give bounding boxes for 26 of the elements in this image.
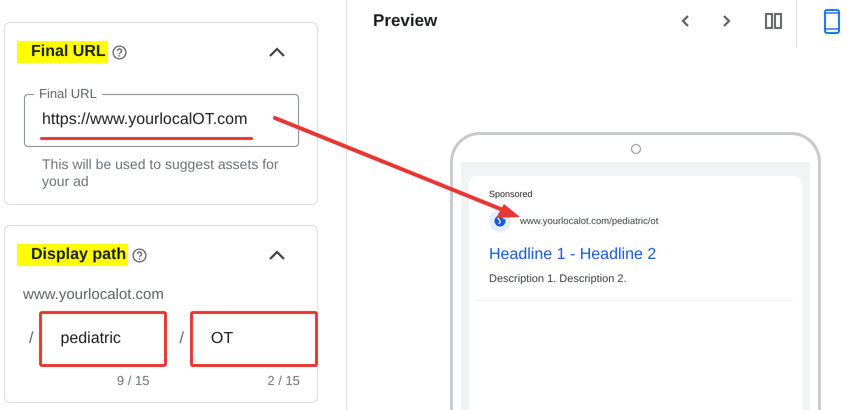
preview-title: Preview (373, 11, 438, 31)
path-field[interactable]: OT (190, 311, 318, 367)
field-value: https://www.yourlocalOT.com (42, 110, 248, 130)
helper-text: This will be used to suggest assets for your ad (42, 156, 280, 190)
help-icon[interactable] (112, 44, 127, 60)
section-title: Final URL (17, 41, 108, 63)
ad-description: Description 1. Description 2. (489, 273, 628, 285)
collapse-icon[interactable] (269, 250, 285, 260)
columns-icon[interactable] (765, 13, 782, 29)
character-counter: 2 / 15 (267, 373, 301, 388)
path-separator: / (28, 329, 34, 349)
domain-text: www.yourlocalot.com (23, 286, 165, 303)
section-title: Display path (17, 244, 128, 266)
collapse-icon[interactable] (269, 47, 285, 57)
ad-url: www.yourlocalot.com/pediatric/ot (520, 216, 658, 226)
url-field[interactable]: Final URL https://www.yourlocalOT.com (24, 85, 299, 147)
mobile-icon[interactable] (824, 8, 840, 34)
camera-icon (630, 144, 640, 154)
path-separator: / (178, 329, 184, 349)
ad-headline[interactable]: Headline 1 - Headline 2 (489, 246, 782, 264)
next-icon[interactable] (723, 15, 731, 27)
previous-icon[interactable] (681, 15, 689, 27)
sponsored-label: Sponsored (489, 189, 534, 199)
character-counter: 9 / 15 (116, 373, 150, 388)
path-field[interactable]: pediatric (39, 311, 168, 367)
help-icon[interactable] (132, 248, 148, 262)
